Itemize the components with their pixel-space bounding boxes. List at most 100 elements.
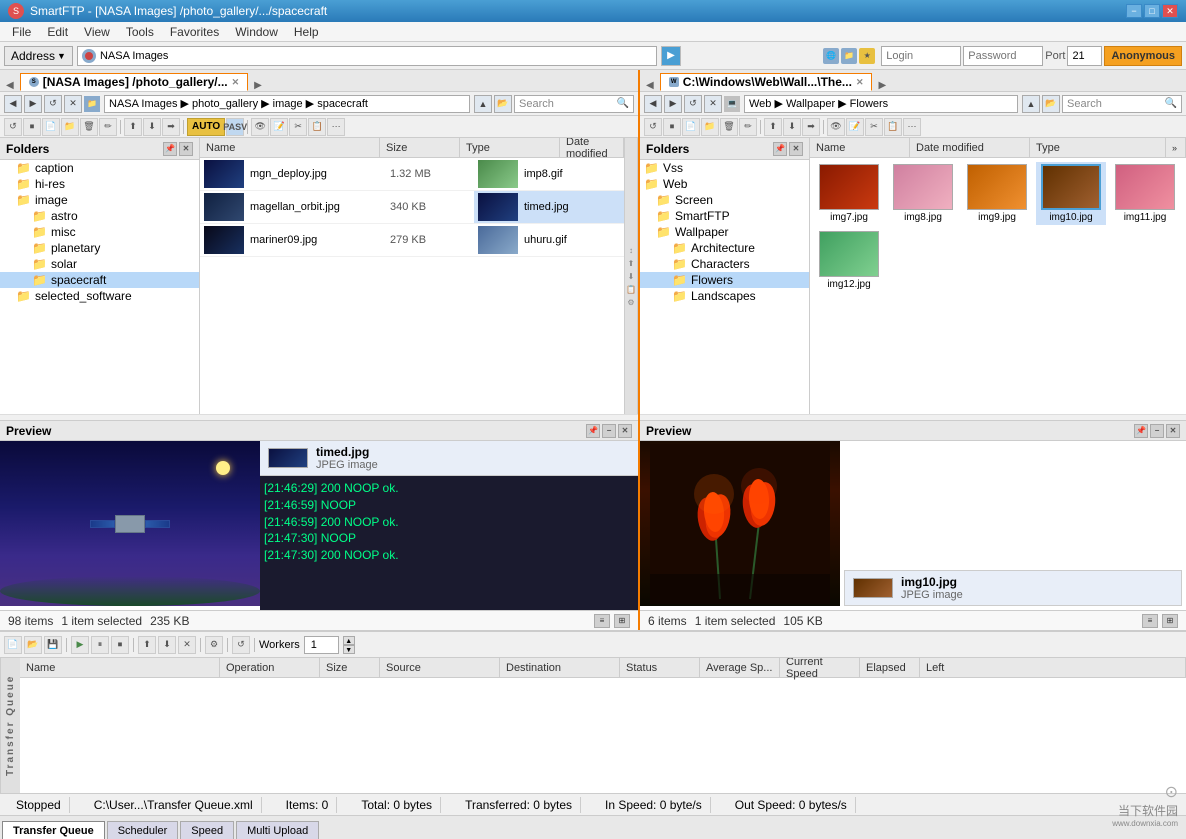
right-tab-next[interactable]: ▶	[874, 80, 890, 91]
right-search-icon[interactable]: 🔍	[1165, 98, 1177, 109]
left-tb-connect[interactable]: ↺	[4, 118, 22, 136]
menu-file[interactable]: File	[4, 23, 39, 41]
file-row-magellan[interactable]: magellan_orbit.jpg 340 KB	[200, 191, 474, 224]
menu-favorites[interactable]: Favorites	[162, 23, 227, 41]
file-row-uhuru[interactable]: uhuru.gif 225 KB	[474, 224, 624, 257]
tq-btn-open[interactable]: 📂	[24, 636, 42, 654]
tq-col-cur-speed[interactable]: Current Speed	[780, 658, 860, 677]
left-reload-button[interactable]: ↺	[44, 95, 62, 113]
menu-tools[interactable]: Tools	[118, 23, 162, 41]
right-preview-close[interactable]: ✕	[1166, 424, 1180, 438]
left-tb-move[interactable]: ✂	[289, 118, 307, 136]
right-forward-button[interactable]: ▶	[664, 95, 682, 113]
tq-col-name[interactable]: Name	[20, 658, 220, 677]
tq-col-avg-speed[interactable]: Average Sp...	[700, 658, 780, 677]
right-tb-btn4[interactable]: 📁	[701, 118, 719, 136]
folder-flowers[interactable]: 📁 Flowers	[640, 272, 809, 288]
folder-spacecraft[interactable]: 📁 spacecraft	[0, 272, 199, 288]
tq-btn-settings[interactable]: ⚙	[205, 636, 223, 654]
col-date[interactable]: Date modified	[560, 138, 624, 157]
left-up-button[interactable]: ▲	[474, 95, 492, 113]
left-forward-button[interactable]: ▶	[24, 95, 42, 113]
workers-up[interactable]: ▲	[343, 636, 355, 645]
left-tb-upload[interactable]: ⬆	[124, 118, 142, 136]
right-tb-btn5[interactable]: 🗑	[720, 118, 738, 136]
folder-web[interactable]: 📁 Web	[640, 176, 809, 192]
menu-window[interactable]: Window	[227, 23, 286, 41]
tq-col-dest[interactable]: Destination	[500, 658, 620, 677]
left-tab-prev[interactable]: ◀	[2, 80, 18, 91]
right-search-box[interactable]: Search 🔍	[1062, 95, 1182, 113]
folder-selected-software[interactable]: 📁 selected_software	[0, 288, 199, 304]
right-browse-button[interactable]: 📂	[1042, 95, 1060, 113]
preview-minimize[interactable]: −	[602, 424, 616, 438]
left-tb-newfolder[interactable]: 📁	[61, 118, 79, 136]
right-tb-btn14[interactable]: ⋯	[903, 118, 921, 136]
folder-architecture[interactable]: 📁 Architecture	[640, 240, 809, 256]
folder-smartftp[interactable]: 📁 SmartFTP	[640, 208, 809, 224]
col-size[interactable]: Size	[380, 138, 460, 157]
gear-icon[interactable]: ⚙	[627, 298, 634, 307]
left-tb-disconnect[interactable]: ⏹	[23, 118, 41, 136]
minimize-button[interactable]: −	[1126, 4, 1142, 18]
port-input[interactable]	[1067, 46, 1102, 66]
right-stop-button[interactable]: ✕	[704, 95, 722, 113]
left-breadcrumb-path[interactable]: NASA Images ▶ photo_gallery ▶ image ▶ sp…	[104, 95, 470, 113]
left-tb-download[interactable]: ⬇	[143, 118, 161, 136]
tq-btn-start[interactable]: ▶	[71, 636, 89, 654]
right-col-more[interactable]: »	[1166, 138, 1186, 157]
left-tb-edit[interactable]: 📝	[270, 118, 288, 136]
tq-btn-delete[interactable]: ✕	[178, 636, 196, 654]
file-row-mgn[interactable]: mgn_deploy.jpg 1.32 MB	[200, 158, 474, 191]
right-grid-view-button[interactable]: ⊞	[1162, 614, 1178, 628]
left-tb-delete[interactable]: 🗑	[80, 118, 98, 136]
menu-edit[interactable]: Edit	[39, 23, 76, 41]
right-preview-minimize[interactable]: −	[1150, 424, 1164, 438]
right-tb-btn7[interactable]: ⬆	[764, 118, 782, 136]
right-preview-pin[interactable]: 📌	[1134, 424, 1148, 438]
workers-input[interactable]	[304, 636, 339, 654]
address-go-button[interactable]: ▶	[661, 46, 681, 66]
file-row-mariner[interactable]: mariner09.jpg 279 KB	[200, 224, 474, 257]
star-icon[interactable]: ★	[859, 48, 875, 64]
folder-icon[interactable]: 📁	[841, 48, 857, 64]
folder-astro[interactable]: 📁 astro	[0, 208, 199, 224]
tq-col-operation[interactable]: Operation	[220, 658, 320, 677]
maximize-button[interactable]: □	[1144, 4, 1160, 18]
left-tab-active[interactable]: S [NASA Images] /photo_gallery/... ✕	[20, 73, 248, 91]
right-tb-btn2[interactable]: ⏹	[663, 118, 681, 136]
right-tb-btn8[interactable]: ⬇	[783, 118, 801, 136]
folders-pin[interactable]: 📌	[163, 142, 177, 156]
tab-scheduler[interactable]: Scheduler	[107, 821, 179, 839]
folder-screen[interactable]: 📁 Screen	[640, 192, 809, 208]
tq-col-size[interactable]: Size	[320, 658, 380, 677]
grid-item-img11[interactable]: img11.jpg	[1110, 162, 1180, 225]
right-reload-button[interactable]: ↺	[684, 95, 702, 113]
list-view-button[interactable]: ≡	[594, 614, 610, 628]
workers-down[interactable]: ▼	[343, 645, 355, 654]
grid-item-img7[interactable]: img7.jpg	[814, 162, 884, 225]
folder-hi-res[interactable]: 📁 hi-res	[0, 176, 199, 192]
menu-view[interactable]: View	[76, 23, 118, 41]
right-tb-btn6[interactable]: ✏	[739, 118, 757, 136]
folder-solar[interactable]: 📁 solar	[0, 256, 199, 272]
col-type[interactable]: Type	[460, 138, 560, 157]
left-search-box[interactable]: Search 🔍	[514, 95, 634, 113]
grid-item-img12[interactable]: img12.jpg	[814, 229, 884, 292]
right-tb-btn13[interactable]: 📋	[884, 118, 902, 136]
folder-characters[interactable]: 📁 Characters	[640, 256, 809, 272]
right-tb-btn3[interactable]: 📄	[682, 118, 700, 136]
right-up-button[interactable]: ▲	[1022, 95, 1040, 113]
right-breadcrumb-path[interactable]: Web ▶ Wallpaper ▶ Flowers	[744, 95, 1018, 113]
folder-landscapes[interactable]: 📁 Landscapes	[640, 288, 809, 304]
menu-help[interactable]: Help	[286, 23, 327, 41]
right-folders-pin[interactable]: 📌	[773, 142, 787, 156]
right-tb-btn9[interactable]: ➡	[802, 118, 820, 136]
left-back-button[interactable]: ◀	[4, 95, 22, 113]
login-input[interactable]	[881, 46, 961, 66]
left-tb-auto[interactable]: AUTO	[187, 118, 225, 136]
left-tb-rename[interactable]: ✏	[99, 118, 117, 136]
file-row-imp8[interactable]: imp8.gif 273 KB	[474, 158, 624, 191]
tq-btn-moveup[interactable]: ⬆	[138, 636, 156, 654]
tq-btn-save[interactable]: 💾	[44, 636, 62, 654]
